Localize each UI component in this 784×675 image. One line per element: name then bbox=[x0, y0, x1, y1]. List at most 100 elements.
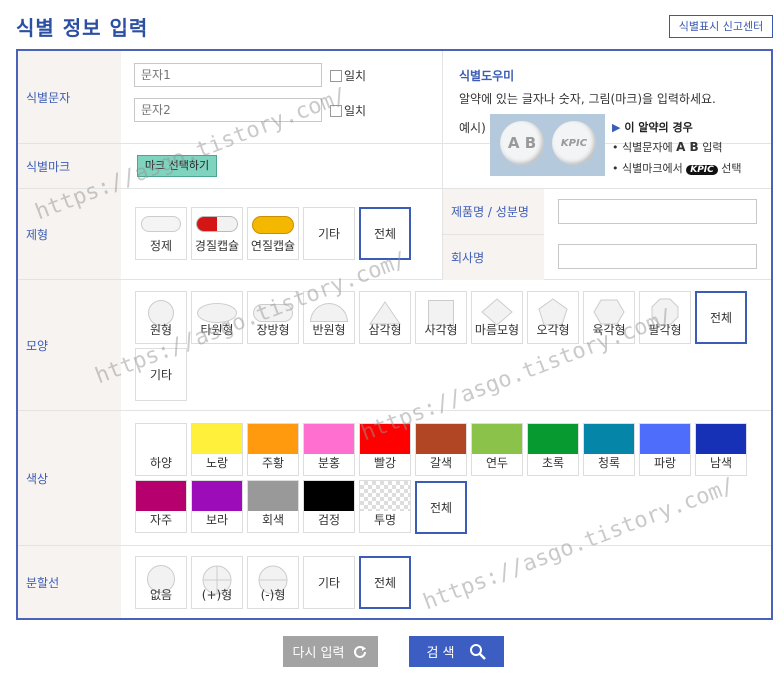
form-tablet-label: 정제 bbox=[149, 239, 173, 253]
color-swatch-label: 노랑 bbox=[205, 456, 229, 470]
color-swatch[interactable]: 하양 bbox=[135, 423, 187, 476]
form-hard-capsule[interactable]: 경질캡슐 bbox=[191, 207, 243, 260]
search-button[interactable]: 검 색 bbox=[409, 636, 504, 667]
line1-suffix: 입력 bbox=[702, 141, 723, 154]
identifier-field-2[interactable] bbox=[134, 98, 322, 122]
oval-icon bbox=[197, 303, 237, 323]
product-input[interactable] bbox=[558, 199, 757, 224]
score-plus[interactable]: (+)형 bbox=[191, 556, 243, 609]
shape-oval[interactable]: 타원형 bbox=[191, 291, 243, 344]
score-all[interactable]: 전체 bbox=[359, 556, 411, 609]
color-swatch-fill bbox=[136, 481, 186, 511]
shape-semicircle[interactable]: 반원형 bbox=[303, 291, 355, 344]
color-swatch[interactable]: 노랑 bbox=[191, 423, 243, 476]
line1-prefix: • 식별문자에 bbox=[612, 141, 673, 154]
page-title: 식별 정보 입력 bbox=[16, 16, 149, 40]
color-swatch[interactable]: 분홍 bbox=[303, 423, 355, 476]
color-swatch[interactable]: 자주 bbox=[135, 480, 187, 533]
color-swatch[interactable]: 청록 bbox=[583, 423, 635, 476]
example-label: 예시) bbox=[459, 121, 486, 135]
identifier-field-1[interactable] bbox=[134, 63, 322, 87]
oblong-icon bbox=[253, 304, 293, 322]
identifier-label: 식별문자 bbox=[18, 51, 121, 143]
color-swatch-fill bbox=[472, 424, 522, 454]
color-swatch[interactable]: 주황 bbox=[247, 423, 299, 476]
color-label: 색상 bbox=[18, 411, 121, 545]
shape-all[interactable]: 전체 bbox=[695, 291, 747, 344]
semicircle-icon bbox=[310, 303, 348, 322]
shape-label-text: 사각형 bbox=[424, 323, 458, 337]
color-swatch[interactable]: 투명 bbox=[359, 480, 411, 533]
shape-pentagon[interactable]: 오각형 bbox=[527, 291, 579, 344]
play-icon: ▶ bbox=[612, 121, 621, 134]
refresh-icon bbox=[354, 645, 367, 658]
form-soft-capsule[interactable]: 연질캡슐 bbox=[247, 207, 299, 260]
color-swatch[interactable]: 보라 bbox=[191, 480, 243, 533]
shape-octagon[interactable]: 팔각형 bbox=[639, 291, 691, 344]
company-label: 회사명 bbox=[442, 235, 544, 280]
color-swatch-label: 하양 bbox=[149, 456, 173, 470]
form-type-label: 제형 bbox=[18, 189, 121, 279]
color-swatch-fill bbox=[584, 424, 634, 454]
report-center-button[interactable]: 식별표시 신고센터 bbox=[669, 15, 773, 38]
identification-panel: 식별문자 일치 일치 식별마크 마크 선택하기 식별도우미 알약에 있는 글자나… bbox=[16, 49, 773, 620]
checkbox-box[interactable] bbox=[330, 104, 342, 117]
form-other[interactable]: 기타 bbox=[303, 207, 355, 260]
color-swatch-fill bbox=[304, 481, 354, 511]
color-swatch-label: 청록 bbox=[597, 456, 621, 470]
color-swatch-fill bbox=[192, 424, 242, 454]
color-swatch-label: 초록 bbox=[541, 456, 565, 470]
tablet-icon bbox=[141, 216, 181, 232]
shape-hexagon[interactable]: 육각형 bbox=[583, 291, 635, 344]
shape-label-text: 팔각형 bbox=[648, 323, 682, 337]
score-minus[interactable]: (-)형 bbox=[247, 556, 299, 609]
color-swatch[interactable]: 빨강 bbox=[359, 423, 411, 476]
color-all[interactable]: 전체 bbox=[415, 481, 467, 534]
color-swatch-label: 빨강 bbox=[373, 456, 397, 470]
color-swatch-fill bbox=[192, 481, 242, 511]
color-swatch-label: 분홍 bbox=[317, 456, 341, 470]
shape-label-text: 오각형 bbox=[536, 323, 570, 337]
match-label: 일치 bbox=[344, 69, 367, 83]
shape-square[interactable]: 사각형 bbox=[415, 291, 467, 344]
search-icon bbox=[469, 643, 486, 660]
shape-label-text: 삼각형 bbox=[368, 323, 402, 337]
shape-label-text: 마름모형 bbox=[474, 323, 520, 337]
form-all[interactable]: 전체 bbox=[359, 207, 411, 260]
match-checkbox-1[interactable]: 일치 bbox=[330, 67, 366, 84]
match-checkbox-2[interactable]: 일치 bbox=[330, 102, 366, 119]
select-mark-button[interactable]: 마크 선택하기 bbox=[137, 155, 217, 177]
reset-label: 다시 입력 bbox=[292, 646, 345, 661]
color-swatch-label: 남색 bbox=[709, 456, 733, 470]
checkbox-box[interactable] bbox=[330, 69, 342, 82]
color-swatch-fill bbox=[248, 481, 298, 511]
color-swatch[interactable]: 검정 bbox=[303, 480, 355, 533]
color-swatch-fill bbox=[136, 424, 186, 454]
color-swatch-label: 보라 bbox=[205, 513, 229, 527]
mark-label: 식별마크 bbox=[18, 144, 121, 188]
color-swatch[interactable]: 파랑 bbox=[639, 423, 691, 476]
score-none[interactable]: 없음 bbox=[135, 556, 187, 609]
shape-round[interactable]: 원형 bbox=[135, 291, 187, 344]
product-label: 제품명 / 성분명 bbox=[442, 189, 544, 235]
score-label-text: (-)형 bbox=[260, 588, 286, 602]
reset-button[interactable]: 다시 입력 bbox=[283, 636, 378, 667]
color-swatch[interactable]: 회색 bbox=[247, 480, 299, 533]
form-tablet[interactable]: 정제 bbox=[135, 207, 187, 260]
shape-other[interactable]: 기타 bbox=[135, 348, 187, 401]
score-other[interactable]: 기타 bbox=[303, 556, 355, 609]
color-swatch-label: 연두 bbox=[485, 456, 509, 470]
pill-back: KPIC bbox=[552, 121, 596, 165]
color-swatch[interactable]: 남색 bbox=[695, 423, 747, 476]
shape-triangle[interactable]: 삼각형 bbox=[359, 291, 411, 344]
company-input[interactable] bbox=[558, 244, 757, 269]
form-hard-capsule-label: 경질캡슐 bbox=[194, 239, 240, 253]
color-swatch[interactable]: 갈색 bbox=[415, 423, 467, 476]
color-swatch[interactable]: 초록 bbox=[527, 423, 579, 476]
color-swatch-fill bbox=[640, 424, 690, 454]
color-swatch[interactable]: 연두 bbox=[471, 423, 523, 476]
shape-diamond[interactable]: 마름모형 bbox=[471, 291, 523, 344]
shape-oblong[interactable]: 장방형 bbox=[247, 291, 299, 344]
soft-capsule-icon bbox=[252, 216, 294, 234]
color-swatch-fill bbox=[528, 424, 578, 454]
